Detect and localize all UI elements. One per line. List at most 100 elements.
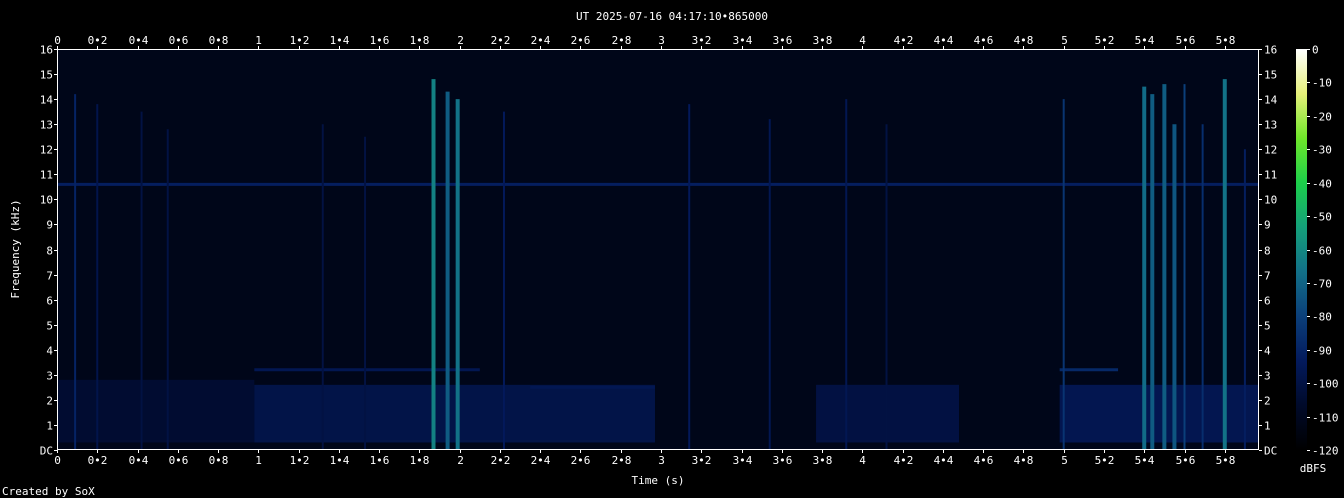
x-tick-label: 0•2 bbox=[88, 454, 108, 467]
x-tick-label: 3•2 bbox=[692, 34, 712, 47]
colorbar-ticks: 0 -10 -20 -30 -40 -50 -60 -70 -80 -90 -100 -110 -120 bbox=[1307, 44, 1339, 458]
x-tick-label: 1•6 bbox=[370, 34, 390, 47]
y-tick-label: 5 bbox=[1264, 320, 1271, 333]
colorbar-tick-label: -70 bbox=[1312, 278, 1332, 291]
colorbar bbox=[1296, 49, 1307, 450]
colorbar-tick-label: -100 bbox=[1312, 378, 1339, 391]
y-tick-label: 1 bbox=[1264, 420, 1271, 433]
x-tick-label: 0•6 bbox=[169, 454, 189, 467]
y-tick-label: 15 bbox=[1264, 69, 1277, 82]
x-tick-label: 3•8 bbox=[813, 34, 833, 47]
x-axis-top: 0 0•2 0•4 0•6 0•8 1 1•2 1•4 1•6 1•8 2 2•2 2•4 2•6 2•8 3… bbox=[54, 34, 1235, 49]
y-tick-label: 6 bbox=[46, 295, 53, 308]
y-tick-label: 8 bbox=[1264, 245, 1271, 258]
x-tick-label: 4•2 bbox=[894, 34, 914, 47]
y-axis-left: DC12345678910111213141516 bbox=[40, 44, 57, 458]
x-tick-label: 2 bbox=[457, 454, 464, 467]
x-tick-label: 0•8 bbox=[209, 454, 229, 467]
x-tick-label: 3•6 bbox=[773, 34, 793, 47]
x-tick-label: 1•8 bbox=[410, 34, 430, 47]
x-axis-bottom: 0 0•2 0•4 0•6 0•8 1 1•2 1•4 1•6 1•8 2 2•2 2•4 2•6 2•8 3… bbox=[54, 450, 1235, 467]
x-tick-label: 2•2 bbox=[491, 454, 511, 467]
x-tick-label: 2•8 bbox=[612, 34, 632, 47]
x-tick-label: 2•6 bbox=[571, 454, 591, 467]
colorbar-tick-label: -120 bbox=[1312, 445, 1339, 458]
y-tick-label: 8 bbox=[46, 245, 53, 258]
y-tick-label: 3 bbox=[1264, 370, 1271, 383]
x-tick-label: 1•8 bbox=[410, 454, 430, 467]
x-tick-label: 1•2 bbox=[290, 34, 310, 47]
colorbar-tick-label: -50 bbox=[1312, 211, 1332, 224]
x-tick-label: 2•6 bbox=[571, 34, 591, 47]
y-tick-label: 7 bbox=[46, 270, 53, 283]
y-tick-label: 14 bbox=[1264, 94, 1278, 107]
colorbar-label: dBFS bbox=[1300, 462, 1327, 475]
x-tick-label: 0 bbox=[54, 34, 61, 47]
x-tick-label: 2 bbox=[457, 34, 464, 47]
band-region bbox=[254, 384, 655, 443]
chart-title: UT 2025-07-16 04:17:10•865000 bbox=[576, 10, 768, 23]
x-tick-label: 5•6 bbox=[1176, 34, 1196, 47]
x-tick-label: 0•4 bbox=[129, 34, 149, 47]
x-tick-label: 3 bbox=[658, 34, 665, 47]
y-axis-right: DC12345678910111213141516 bbox=[1259, 44, 1278, 458]
x-tick-label: 2•2 bbox=[491, 34, 511, 47]
band-region bbox=[816, 384, 960, 443]
x-tick-label: 3•8 bbox=[813, 454, 833, 467]
y-tick-label: 5 bbox=[46, 320, 53, 333]
y-tick-label: DC bbox=[40, 445, 53, 458]
x-tick-label: 4•4 bbox=[934, 34, 954, 47]
x-tick-label: 0•6 bbox=[169, 34, 189, 47]
x-tick-label: 1•4 bbox=[330, 34, 350, 47]
y-tick-label: 4 bbox=[46, 345, 53, 358]
colorbar-tick-label: -110 bbox=[1312, 412, 1339, 425]
y-tick-label: 9 bbox=[1264, 219, 1271, 232]
y-tick-label: 16 bbox=[1264, 44, 1277, 57]
y-tick-label: 14 bbox=[40, 94, 54, 107]
colorbar-tick-label: 0 bbox=[1312, 44, 1319, 57]
colorbar-tick-label: -60 bbox=[1312, 245, 1332, 258]
y-tick-label: 2 bbox=[1264, 395, 1271, 408]
y-tick-label: 10 bbox=[40, 194, 53, 207]
colorbar-tick-label: -20 bbox=[1312, 111, 1332, 124]
y-tick-label: 16 bbox=[40, 44, 53, 57]
y-tick-label: DC bbox=[1264, 445, 1277, 458]
x-tick-label: 4 bbox=[859, 34, 866, 47]
x-tick-label: 3•4 bbox=[733, 454, 753, 467]
colorbar-tick-label: -30 bbox=[1312, 144, 1332, 157]
y-tick-label: 12 bbox=[1264, 144, 1277, 157]
x-tick-label: 2•4 bbox=[531, 34, 551, 47]
y-tick-label: 10 bbox=[1264, 194, 1277, 207]
x-tick-label: 0•2 bbox=[88, 34, 108, 47]
x-tick-label: 1•4 bbox=[330, 454, 350, 467]
colorbar-tick-label: -10 bbox=[1312, 77, 1332, 90]
x-tick-label: 0•4 bbox=[129, 454, 149, 467]
x-tick-label: 5•4 bbox=[1135, 454, 1155, 467]
x-tick-label: 0•8 bbox=[209, 34, 229, 47]
x-tick-label: 1 bbox=[255, 34, 262, 47]
y-tick-label: 12 bbox=[40, 144, 53, 157]
y-tick-label: 15 bbox=[40, 69, 53, 82]
y-tick-label: 4 bbox=[1264, 345, 1271, 358]
y-tick-label: 11 bbox=[40, 169, 53, 182]
spectrogram-chart: UT 2025-07-16 04:17:10•865000 0 0•2 0•4 0•6… bbox=[2, 10, 1339, 498]
x-tick-label: 3•4 bbox=[733, 34, 753, 47]
x-tick-label: 1•6 bbox=[370, 454, 390, 467]
y-tick-label: 9 bbox=[46, 219, 53, 232]
colorbar-tick-label: -80 bbox=[1312, 311, 1332, 324]
x-tick-label: 1•2 bbox=[290, 454, 310, 467]
band-region bbox=[1059, 384, 1259, 443]
y-tick-label: 11 bbox=[1264, 169, 1277, 182]
y-tick-label: 13 bbox=[40, 119, 53, 132]
credit-text: Created by SoX bbox=[2, 485, 95, 498]
x-tick-label: 2•4 bbox=[531, 454, 551, 467]
x-tick-label: 4•6 bbox=[974, 454, 994, 467]
x-tick-label: 5•4 bbox=[1135, 34, 1155, 47]
y-tick-label: 7 bbox=[1264, 270, 1271, 283]
x-tick-label: 5•2 bbox=[1095, 34, 1115, 47]
x-tick-label: 4•8 bbox=[1014, 454, 1034, 467]
x-axis-label: Time (s) bbox=[632, 474, 685, 487]
x-tick-label: 5•6 bbox=[1176, 454, 1196, 467]
y-tick-label: 13 bbox=[1264, 119, 1277, 132]
x-tick-label: 3•2 bbox=[692, 454, 712, 467]
